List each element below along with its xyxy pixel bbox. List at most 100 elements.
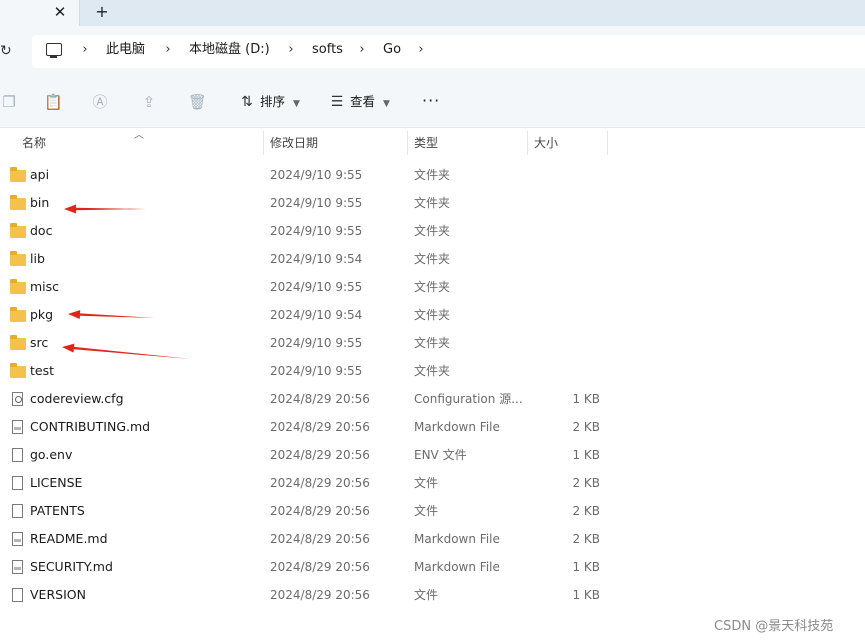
file-size — [530, 301, 600, 329]
column-divider[interactable] — [607, 131, 608, 155]
tab-current[interactable]: ✕ — [0, 0, 80, 26]
file-row[interactable]: CONTRIBUTING.md 2024/8/29 20:56 Markdown F… — [0, 413, 640, 441]
delete-icon[interactable]: 🗑 — [188, 93, 207, 111]
breadcrumb-go[interactable]: Go — [383, 41, 401, 59]
refresh-icon[interactable]: ↻ — [0, 42, 12, 60]
file-date: 2024/8/29 20:56 — [270, 420, 370, 434]
new-tab-icon[interactable]: + — [94, 2, 110, 22]
file-type: 文件夹 — [414, 252, 451, 266]
column-divider[interactable] — [263, 131, 264, 155]
file-date: 2024/8/29 20:56 — [270, 448, 370, 462]
file-type: 文件夹 — [414, 280, 451, 294]
breadcrumb-separator[interactable]: › — [286, 42, 296, 58]
close-tab-icon[interactable]: ✕ — [52, 2, 68, 22]
file-date: 2024/9/10 9:55 — [270, 280, 363, 294]
file-date: 2024/8/29 20:56 — [270, 476, 370, 490]
file-date: 2024/8/29 20:56 — [270, 588, 370, 602]
file-row[interactable]: test 2024/9/10 9:55 文件夹 — [0, 357, 640, 385]
file-size: 1 KB — [572, 392, 600, 406]
breadcrumb-separator[interactable]: › — [163, 42, 173, 58]
copy-icon[interactable]: ❐ — [0, 93, 18, 111]
file-name: go.env — [30, 447, 73, 462]
file-icon — [12, 504, 23, 518]
column-header-date[interactable]: 修改日期 — [270, 129, 318, 157]
column-header-type[interactable]: 类型 — [414, 129, 438, 157]
file-name: src — [30, 335, 49, 350]
folder-icon — [10, 279, 26, 294]
view-button[interactable]: ☰ 查看 ▼ — [328, 92, 390, 112]
file-row[interactable]: VERSION 2024/8/29 20:56 文件 1 KB — [0, 581, 640, 609]
share-icon[interactable]: ⇪ — [140, 93, 158, 111]
column-header-size[interactable]: 大小 — [534, 129, 558, 157]
file-name: misc — [30, 279, 60, 294]
file-row[interactable]: README.md 2024/8/29 20:56 Markdown File 2 K… — [0, 525, 640, 553]
file-type: Markdown File — [414, 420, 500, 434]
breadcrumb-separator[interactable]: › — [416, 42, 426, 58]
sort-button[interactable]: ⇅ 排序 ▼ — [238, 92, 300, 112]
file-date: 2024/8/29 20:56 — [270, 504, 370, 518]
file-name: lib — [30, 251, 45, 266]
file-type: ENV 文件 — [414, 448, 467, 462]
file-name: LICENSE — [30, 475, 83, 490]
breadcrumb-this-pc[interactable]: 此电脑 — [106, 41, 145, 59]
paste-icon[interactable]: 📋 — [44, 93, 63, 111]
file-date: 2024/9/10 9:55 — [270, 196, 363, 210]
file-row[interactable]: pkg 2024/9/10 9:54 文件夹 — [0, 301, 640, 329]
watermark: CSDN @景天科技苑 — [714, 619, 834, 634]
folder-icon — [10, 223, 26, 238]
file-icon — [12, 476, 23, 490]
folder-icon — [10, 335, 26, 350]
sort-label: 排序 — [259, 94, 285, 109]
file-row[interactable]: PATENTS 2024/8/29 20:56 文件 2 KB — [0, 497, 640, 525]
more-options-button[interactable]: ··· — [422, 92, 440, 112]
file-date: 2024/9/10 9:54 — [270, 308, 363, 322]
file-size: 1 KB — [572, 588, 600, 602]
file-name: PATENTS — [30, 503, 85, 518]
config-file-icon — [12, 392, 23, 406]
file-row[interactable]: doc 2024/9/10 9:55 文件夹 — [0, 217, 640, 245]
file-row[interactable]: codereview.cfg 2024/8/29 20:56 Configurati… — [0, 385, 640, 413]
column-divider[interactable] — [527, 131, 528, 155]
breadcrumb-separator[interactable]: › — [80, 42, 90, 58]
file-row[interactable]: api 2024/9/10 9:55 文件夹 — [0, 161, 640, 189]
file-type: Markdown File — [414, 560, 500, 574]
file-type: 文件夹 — [414, 364, 451, 378]
folder-icon — [10, 363, 26, 378]
sort-ascending-icon: ︿ — [134, 130, 144, 141]
file-type: 文件 — [414, 504, 439, 518]
breadcrumb-softs[interactable]: softs — [312, 41, 343, 59]
file-date: 2024/9/10 9:55 — [270, 168, 363, 182]
address-bar[interactable] — [32, 35, 865, 68]
chevron-down-icon: ▼ — [292, 99, 300, 109]
file-date: 2024/8/29 20:56 — [270, 560, 370, 574]
file-row[interactable]: SECURITY.md 2024/8/29 20:56 Markdown File 1… — [0, 553, 640, 581]
file-type: 文件 — [414, 588, 439, 602]
file-size — [530, 189, 600, 217]
file-icon — [12, 448, 23, 462]
breadcrumb-separator[interactable]: › — [357, 42, 367, 58]
file-row[interactable]: lib 2024/9/10 9:54 文件夹 — [0, 245, 640, 273]
breadcrumb-drive-d[interactable]: 本地磁盘 (D:) — [189, 41, 270, 59]
markdown-file-icon — [12, 560, 23, 574]
file-name: test — [30, 363, 55, 378]
this-pc-icon[interactable] — [46, 43, 62, 58]
file-type: 文件夹 — [414, 308, 451, 322]
folder-icon — [10, 307, 26, 322]
file-size — [530, 245, 600, 273]
file-row[interactable]: go.env 2024/8/29 20:56 ENV 文件 1 KB — [0, 441, 640, 469]
file-row[interactable]: LICENSE 2024/8/29 20:56 文件 2 KB — [0, 469, 640, 497]
file-size: 2 KB — [572, 476, 600, 490]
column-header-name[interactable]: 名称 — [22, 129, 46, 157]
sort-icon: ⇅ — [241, 94, 253, 110]
file-row[interactable]: bin 2024/9/10 9:55 文件夹 — [0, 189, 640, 217]
file-size: 2 KB — [572, 504, 600, 518]
file-row[interactable]: misc 2024/9/10 9:55 文件夹 — [0, 273, 640, 301]
chevron-down-icon: ▼ — [382, 99, 390, 109]
file-size — [530, 357, 600, 385]
file-name: VERSION — [30, 587, 86, 602]
file-row[interactable]: src 2024/9/10 9:55 文件夹 — [0, 329, 640, 357]
file-size: 2 KB — [572, 420, 600, 434]
view-list-icon: ☰ — [330, 94, 344, 110]
rename-icon[interactable]: Ⓐ — [91, 93, 109, 111]
column-divider[interactable] — [407, 131, 408, 155]
